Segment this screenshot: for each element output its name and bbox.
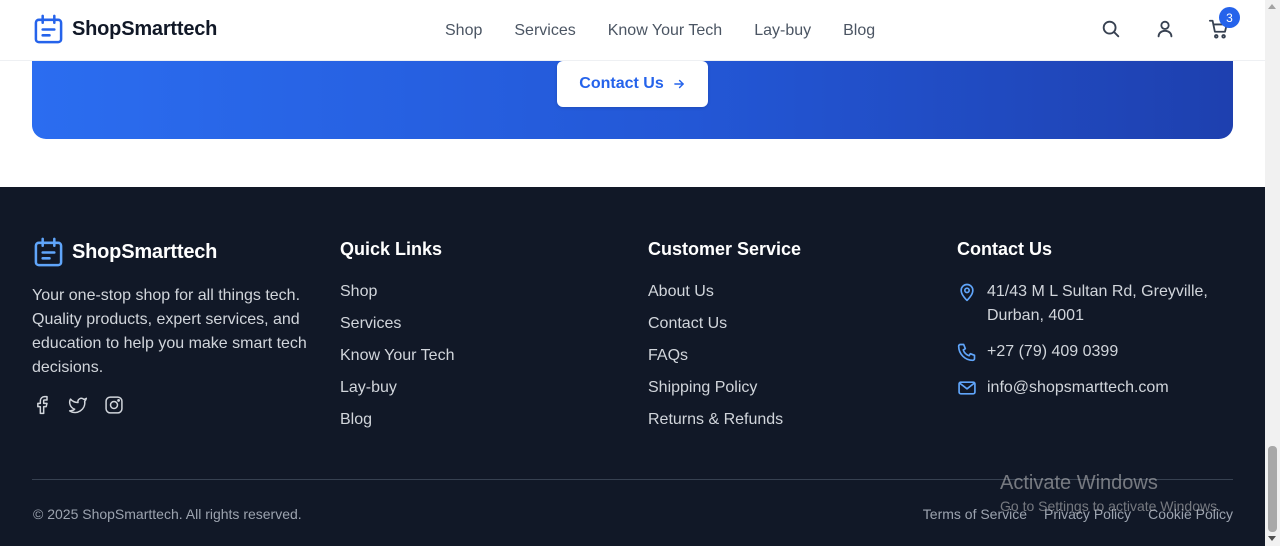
email-address[interactable]: info@shopsmarttech.com	[987, 376, 1169, 400]
contact-phone: +27 (79) 409 0399	[957, 340, 1118, 364]
nav-shop[interactable]: Shop	[445, 22, 482, 40]
list-item: FAQs	[648, 344, 783, 376]
list-item: Blog	[340, 408, 454, 440]
list-item: Lay-buy	[340, 376, 454, 408]
phone-number[interactable]: +27 (79) 409 0399	[987, 340, 1118, 364]
header-actions: 3	[1100, 7, 1240, 40]
address-line-1: 41/43 M L Sultan Rd, Greyville,	[987, 283, 1208, 300]
footer-link-blog[interactable]: Blog	[340, 411, 372, 428]
list-item: Shop	[340, 280, 454, 312]
user-icon[interactable]	[1154, 18, 1176, 40]
scroll-down-arrow-icon[interactable]	[1268, 536, 1276, 541]
calendar-logo-icon	[34, 237, 63, 267]
footer-link-lay-buy[interactable]: Lay-buy	[340, 379, 397, 396]
contact-title: Contact Us	[957, 239, 1053, 259]
nav-lay-buy[interactable]: Lay-buy	[754, 22, 811, 40]
customer-service-title: Customer Service	[648, 239, 802, 259]
footer-link-returns-refunds[interactable]: Returns & Refunds	[648, 411, 783, 428]
nav-services[interactable]: Services	[514, 22, 575, 40]
search-icon[interactable]	[1100, 18, 1122, 40]
social-links	[32, 395, 124, 415]
footer-link-contact-us[interactable]: Contact Us	[648, 315, 727, 332]
footer-link-shipping-policy[interactable]: Shipping Policy	[648, 379, 757, 396]
watermark-title: Activate Windows	[1000, 472, 1158, 494]
calendar-logo-icon	[34, 14, 63, 44]
scrollbar-thumb[interactable]	[1268, 446, 1277, 532]
nav-blog[interactable]: Blog	[843, 22, 875, 40]
phone-icon	[957, 343, 976, 362]
instagram-icon[interactable]	[104, 395, 124, 415]
twitter-icon[interactable]	[68, 395, 88, 415]
footer-link-about-us[interactable]: About Us	[648, 283, 714, 300]
address-line-2: Durban, 4001	[987, 307, 1084, 324]
contact-us-button[interactable]: Contact Us	[557, 61, 708, 107]
list-item: Returns & Refunds	[648, 408, 783, 440]
nav-know-your-tech[interactable]: Know Your Tech	[608, 22, 722, 40]
scroll-up-arrow-icon[interactable]	[1268, 4, 1276, 9]
main-nav: Shop Services Know Your Tech Lay-buy Blo…	[445, 0, 875, 61]
quick-links-list: Shop Services Know Your Tech Lay-buy Blo…	[340, 280, 454, 440]
contact-email: info@shopsmarttech.com	[957, 376, 1169, 400]
mail-icon	[958, 381, 976, 395]
brand-logo-link[interactable]: ShopSmarttech	[33, 14, 217, 45]
site-header: ShopSmarttech Shop Services Know Your Te…	[0, 0, 1265, 61]
footer-link-know-your-tech[interactable]: Know Your Tech	[340, 347, 454, 364]
arrow-right-icon	[673, 79, 684, 89]
contact-us-button-label: Contact Us	[579, 75, 664, 92]
quick-links-title: Quick Links	[340, 239, 443, 259]
cart-count-badge: 3	[1219, 7, 1240, 28]
list-item: About Us	[648, 280, 783, 312]
list-item: Contact Us	[648, 312, 783, 344]
footer-link-services[interactable]: Services	[340, 315, 401, 332]
page: Contact Us ShopSmarttech Shop Services K…	[0, 0, 1280, 546]
footer-link-shop[interactable]: Shop	[340, 283, 377, 300]
activate-windows-watermark: Activate Windows Go to Settings to activ…	[1000, 472, 1221, 514]
customer-service-list: About Us Contact Us FAQs Shipping Policy…	[648, 280, 783, 440]
watermark-subtitle: Go to Settings to activate Windows.	[1000, 498, 1221, 514]
list-item: Shipping Policy	[648, 376, 783, 408]
contact-address: 41/43 M L Sultan Rd, Greyville, Durban, …	[957, 280, 1208, 328]
brand-name: ShopSmarttech	[72, 18, 218, 40]
footer-brand[interactable]: ShopSmarttech	[33, 237, 217, 268]
map-pin-icon	[960, 283, 974, 302]
facebook-icon[interactable]	[32, 395, 52, 415]
list-item: Services	[340, 312, 454, 344]
footer-brand-name: ShopSmarttech	[72, 241, 218, 263]
footer-about-text: Your one-stop shop for all things tech. …	[32, 287, 307, 376]
list-item: Know Your Tech	[340, 344, 454, 376]
cart-icon[interactable]: 3	[1208, 7, 1240, 40]
copyright-text: © 2025 ShopSmarttech. All rights reserve…	[33, 506, 302, 522]
footer-link-faqs[interactable]: FAQs	[648, 347, 688, 364]
